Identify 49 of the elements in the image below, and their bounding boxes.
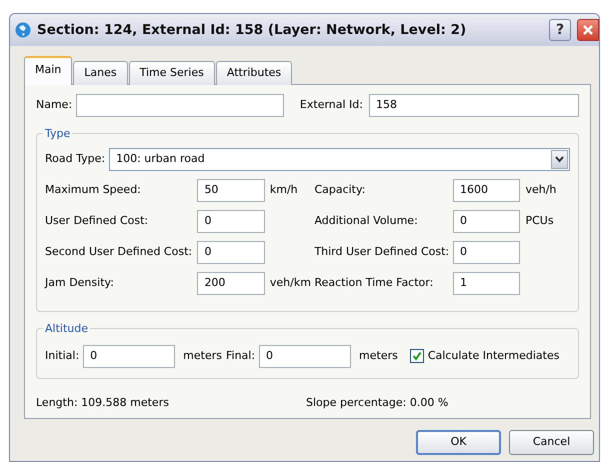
checkbox[interactable] xyxy=(410,349,424,363)
close-button[interactable] xyxy=(577,19,599,41)
field-label: Name: xyxy=(36,96,74,113)
input-field[interactable]: 200 xyxy=(197,272,265,294)
field-label: Jam Density: xyxy=(45,274,115,291)
field-label: Road Type: xyxy=(45,150,106,167)
globe-icon xyxy=(15,22,31,38)
field-label: Capacity: xyxy=(314,182,366,198)
unit-label: PCUs xyxy=(524,212,555,229)
field-label: Initial: xyxy=(45,348,80,364)
tab[interactable]: Main xyxy=(24,56,72,84)
unit-label: meters xyxy=(359,348,398,364)
external-id-field[interactable]: 158 xyxy=(369,94,579,116)
unit-label: km/h xyxy=(268,182,299,198)
tab[interactable]: Time Series xyxy=(128,61,215,84)
unit-label: meters xyxy=(183,348,222,364)
input-field[interactable]: 1 xyxy=(453,272,520,294)
tab[interactable]: Lanes xyxy=(73,61,128,84)
input-field[interactable]: 0 xyxy=(453,210,520,232)
slope-text: Slope percentage: 0.00 % xyxy=(306,394,448,410)
field-label: External Id: xyxy=(300,96,363,113)
unit-label: veh/h xyxy=(524,182,558,198)
caret-icon xyxy=(555,156,564,162)
field-label: Final: xyxy=(226,348,256,364)
field-label: Second User Defined Cost: xyxy=(45,244,194,260)
field-label: Third User Defined Cost: xyxy=(314,244,450,260)
ok-button[interactable]: OK xyxy=(416,430,501,454)
field-label: User Defined Cost: xyxy=(45,212,150,229)
input-field[interactable]: 0 xyxy=(197,210,265,232)
window-title: Section: 124, External Id: 158 (Layer: Network, Level: 2) xyxy=(37,20,468,40)
cancel-button[interactable]: Cancel xyxy=(509,430,594,454)
input-field[interactable]: 0 xyxy=(453,240,520,264)
input-field[interactable]: 0 xyxy=(83,344,176,368)
input-field[interactable]: 0 xyxy=(259,344,352,368)
unit-label: veh/km xyxy=(268,274,312,291)
road-type-dropdown[interactable]: 100: urban road xyxy=(109,148,570,170)
input-field[interactable]: 1600 xyxy=(453,178,520,202)
checkbox-label: Calculate Intermediates xyxy=(428,348,560,364)
dropdown-button[interactable] xyxy=(551,150,568,168)
length-text: Length: 109.588 meters xyxy=(36,394,170,410)
tab[interactable]: Attributes xyxy=(216,61,292,84)
input-field[interactable]: 50 xyxy=(197,178,265,202)
field-label: Reaction Time Factor: xyxy=(314,274,434,291)
input-field[interactable]: 0 xyxy=(197,240,265,264)
name-field[interactable] xyxy=(76,94,284,116)
field-label: Additional Volume: xyxy=(314,212,419,229)
help-button[interactable]: ? xyxy=(549,19,571,41)
close-icon xyxy=(582,24,594,36)
field-label: Maximum Speed: xyxy=(45,182,142,198)
